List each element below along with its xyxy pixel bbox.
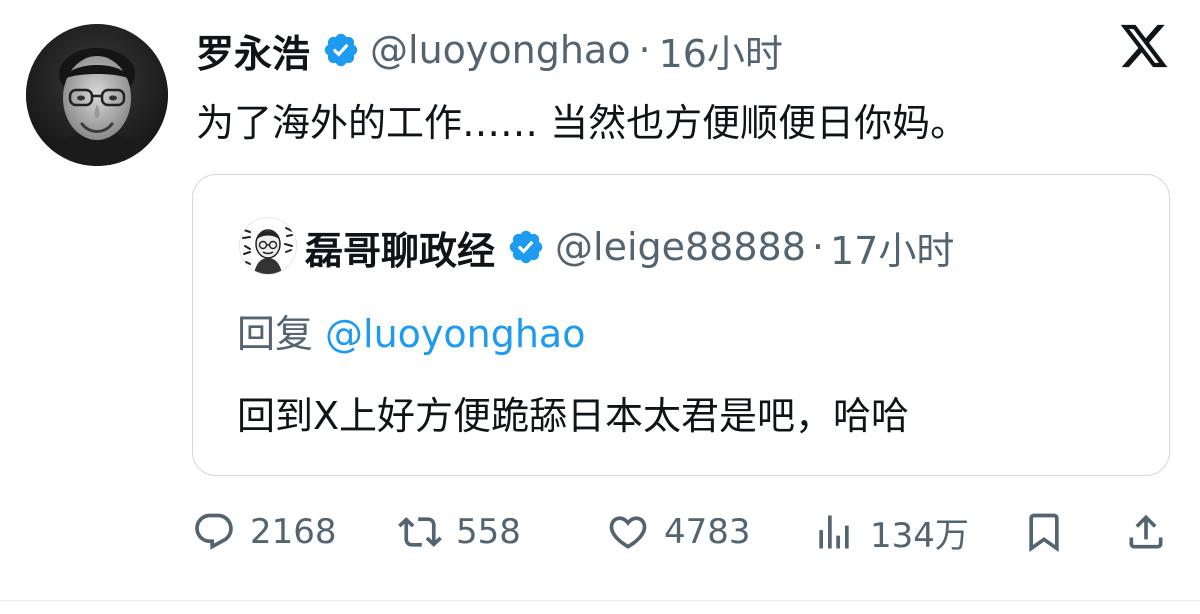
cartoon-avatar-icon xyxy=(240,218,296,274)
reply-button[interactable]: 2168 xyxy=(192,504,337,560)
quoted-tweet-time[interactable]: 17小时 xyxy=(830,220,954,275)
reply-icon xyxy=(195,513,233,550)
reply-prefix: 回复 xyxy=(237,312,314,356)
quoted-tweet-text: 回到X上好方便跪舔日本太君是吧，哈哈 xyxy=(237,394,910,438)
views-chart-icon xyxy=(819,515,849,549)
separator-dot: · xyxy=(811,225,824,269)
bookmark-icon xyxy=(1029,513,1059,553)
like-button[interactable]: 4783 xyxy=(606,504,751,560)
verified-badge-icon xyxy=(509,230,543,264)
like-count: 4783 xyxy=(664,512,751,552)
quoted-tweet-card[interactable]: 磊哥聊政经 @leige88888 · 17小时 回复 @luoyonghao 回… xyxy=(192,174,1170,476)
share-button[interactable] xyxy=(1124,504,1168,560)
bottom-divider xyxy=(0,600,1200,601)
quoted-author-avatar[interactable] xyxy=(239,217,297,275)
views-button[interactable]: 134万 xyxy=(812,504,969,560)
tweet-text: 为了海外的工作…… 当然也方便顺便日你妈。 xyxy=(196,101,969,145)
tweet-header: 罗永浩 @luoyonghao · 16小时 xyxy=(196,22,783,78)
heart-icon xyxy=(609,516,647,549)
views-count: 134万 xyxy=(870,515,969,556)
tweet-time[interactable]: 16小时 xyxy=(659,23,783,78)
retweet-icon xyxy=(398,517,442,547)
author-display-name[interactable]: 罗永浩 xyxy=(196,23,310,78)
verified-badge-icon xyxy=(324,33,358,67)
reply-mention-link[interactable]: @luoyonghao xyxy=(325,312,585,356)
x-logo-icon[interactable] xyxy=(1118,20,1170,72)
quoted-author-display-name[interactable]: 磊哥聊政经 xyxy=(305,220,495,275)
retweet-count: 558 xyxy=(456,512,521,552)
portrait-photo-icon xyxy=(26,24,168,166)
quoted-author-handle[interactable]: @leige88888 xyxy=(555,225,806,269)
author-avatar[interactable] xyxy=(26,24,168,166)
tweet-action-bar: 2168 558 4783 134万 xyxy=(192,504,1170,560)
share-icon xyxy=(1129,514,1163,549)
reply-count: 2168 xyxy=(250,512,337,552)
quoted-tweet-header: 磊哥聊政经 @leige88888 · 17小时 xyxy=(305,219,954,275)
reply-context: 回复 @luoyonghao xyxy=(237,303,585,358)
bookmark-button[interactable] xyxy=(1022,504,1066,560)
author-handle[interactable]: @luoyonghao xyxy=(370,28,630,72)
retweet-button[interactable]: 558 xyxy=(398,504,521,560)
separator-dot: · xyxy=(638,28,651,72)
